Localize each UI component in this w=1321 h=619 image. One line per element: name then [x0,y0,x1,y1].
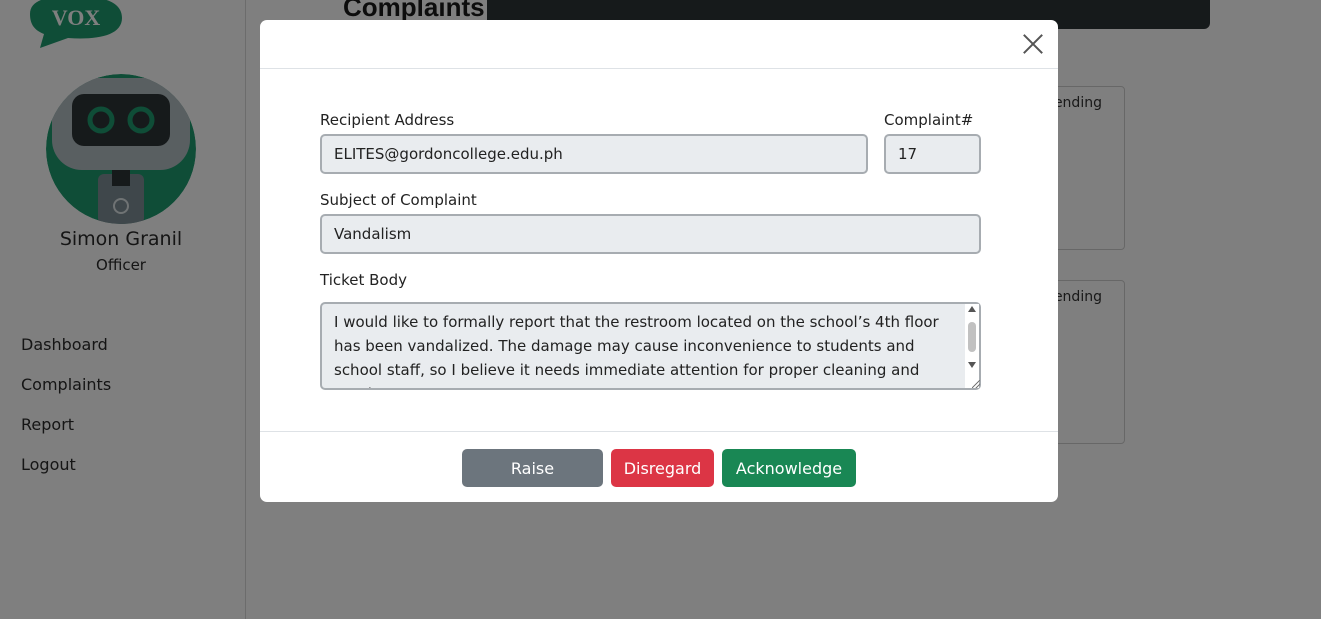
subject-label: Subject of Complaint [320,191,477,209]
scroll-thumb[interactable] [968,322,976,352]
chevron-down-icon[interactable] [968,362,976,368]
textarea-scrollbar[interactable] [965,304,979,388]
ticket-body-label: Ticket Body [320,271,408,289]
ticket-body-textarea[interactable]: I would like to formally report that the… [320,302,981,390]
acknowledge-button[interactable]: Acknowledge [722,449,856,487]
disregard-button[interactable]: Disregard [611,449,714,487]
subject-field[interactable]: Vandalism [320,214,981,254]
recipient-address-label: Recipient Address [320,111,455,129]
complaint-number-label: Complaint# [884,111,974,129]
complaint-modal: Recipient Address ELITES@gordoncollege.e… [260,20,1058,502]
complaint-number-field[interactable]: 17 [884,134,981,174]
raise-button[interactable]: Raise [462,449,603,487]
modal-header [260,20,1058,69]
resize-grip-icon[interactable] [972,380,980,388]
close-icon[interactable] [1022,33,1044,55]
chevron-up-icon[interactable] [968,306,976,312]
recipient-address-field[interactable]: ELITES@gordoncollege.edu.ph [320,134,868,174]
modal-footer: Raise Disregard Acknowledge [260,431,1058,502]
